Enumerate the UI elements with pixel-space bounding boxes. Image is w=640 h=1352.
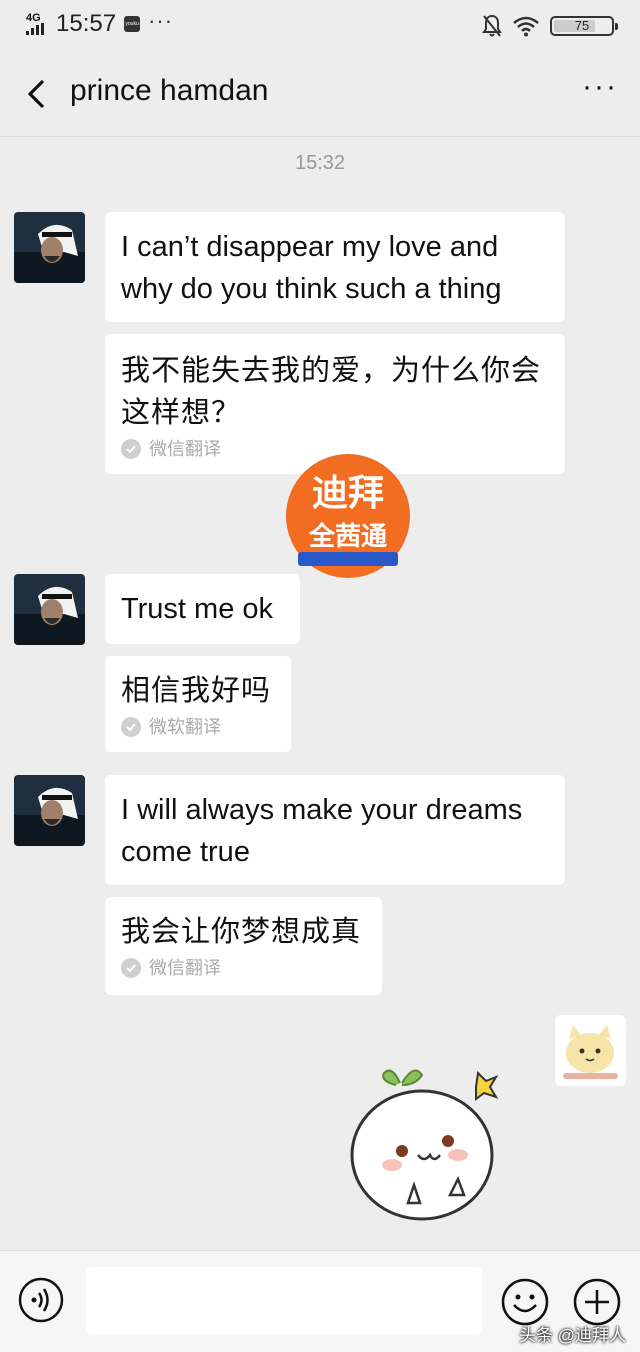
message-input[interactable] <box>86 1267 482 1335</box>
translation-text: 相信我好吗 <box>121 675 272 707</box>
toutiao-watermark: 头条 @迪拜人 <box>519 1326 626 1345</box>
wifi-icon <box>513 16 539 37</box>
translation-text: 我不能失去我的爱，为什么你会这样想？ <box>121 355 542 429</box>
voice-input-icon[interactable] <box>18 1277 64 1323</box>
check-icon <box>121 439 141 459</box>
contact-avatar[interactable] <box>14 775 85 846</box>
message-text: I can’t disappear my love and why do you… <box>121 231 502 305</box>
logo-line2: 全茜通 <box>308 521 387 552</box>
plus-icon[interactable] <box>572 1277 622 1327</box>
status-time: 15:57 <box>56 10 117 37</box>
battery-icon: 75 <box>550 16 618 36</box>
translator-label: 微信翻译 <box>149 439 221 459</box>
check-icon <box>121 958 141 978</box>
back-arrow-icon[interactable] <box>20 74 60 114</box>
chat-input-bar: 头条 @迪拜人 <box>0 1250 640 1352</box>
translator-label: 微信翻译 <box>149 958 221 978</box>
status-more-icon: ··· <box>148 8 174 33</box>
message-bubble[interactable]: Trust me ok <box>105 574 300 644</box>
translation-text: 我会让你梦想成真 <box>121 916 362 948</box>
mute-bell-icon <box>482 14 502 37</box>
translation-bubble[interactable]: 相信我好吗 微软翻译 <box>105 656 291 752</box>
contact-avatar[interactable] <box>14 212 85 283</box>
message-bubble[interactable]: I will always make your dreams come true <box>105 775 565 885</box>
dubai-logo-watermark: 迪拜 全茜通 <box>286 454 410 578</box>
battery-level: 75 <box>574 18 590 33</box>
more-options-icon[interactable]: ··· <box>582 70 618 104</box>
message-text: I will always make your dreams come true <box>121 794 523 868</box>
message-text: Trust me ok <box>121 593 274 625</box>
network-type: 4G <box>26 12 41 24</box>
signal-icon: 4G <box>26 13 48 35</box>
check-icon <box>121 717 141 737</box>
status-bar: 4G 15:57 youku ··· 75 <box>0 0 640 52</box>
message-timestamp: 15:32 <box>294 152 346 174</box>
my-avatar[interactable] <box>555 1015 626 1086</box>
contact-avatar[interactable] <box>14 574 85 645</box>
chat-header: prince hamdan ··· <box>0 52 640 137</box>
translator-label: 微软翻译 <box>149 717 221 737</box>
cute-bun-sticker[interactable] <box>340 1055 510 1235</box>
emoji-icon[interactable] <box>500 1277 550 1327</box>
translation-bubble[interactable]: 我会让你梦想成真 微信翻译 <box>105 897 382 995</box>
youku-app-icon: youku <box>124 16 141 32</box>
contact-name: prince hamdan <box>70 74 269 107</box>
logo-line1: 迪拜 <box>312 473 384 514</box>
message-bubble[interactable]: I can’t disappear my love and why do you… <box>105 212 565 322</box>
